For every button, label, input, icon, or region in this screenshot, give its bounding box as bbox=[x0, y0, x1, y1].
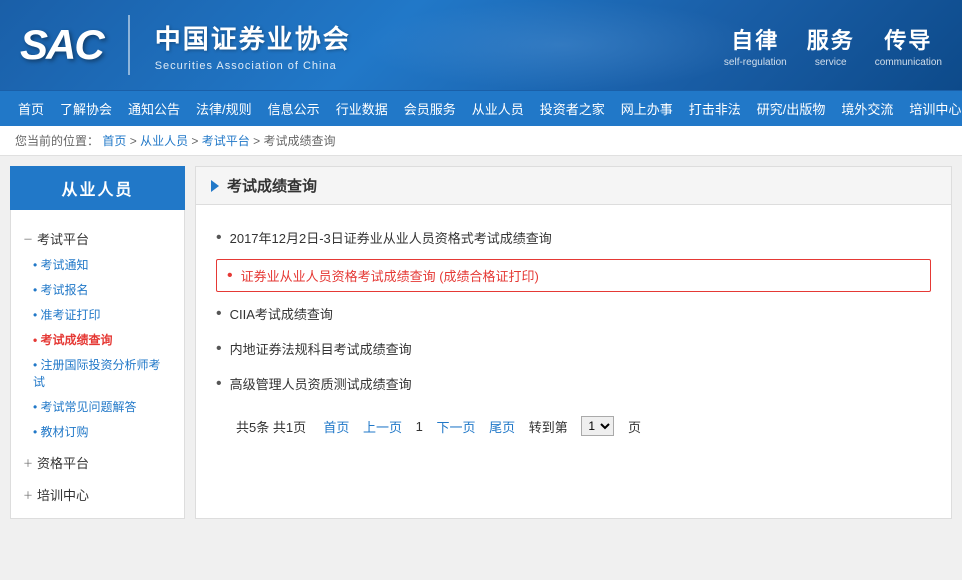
site-header: SAC 中国证券业协会 Securities Association of Ch… bbox=[0, 0, 962, 90]
sidebar-section-exam-label: 考试平台 bbox=[37, 229, 89, 248]
org-name-en: Securities Association of China bbox=[155, 60, 351, 72]
content-area: 考试成绩查询 2017年12月2日-3日证券业从业人员资格式考试成绩查询 证券业… bbox=[195, 166, 952, 519]
content-link-0[interactable]: 2017年12月2日-3日证券业从业人员资格式考试成绩查询 bbox=[230, 228, 552, 247]
expand-icon-exam: － bbox=[23, 231, 33, 246]
motto-cn-2: 服务 bbox=[807, 23, 855, 55]
nav-home[interactable]: 首页 bbox=[10, 91, 52, 127]
content-body: 2017年12月2日-3日证券业从业人员资格式考试成绩查询 证券业从业人员资格考… bbox=[196, 205, 951, 466]
logo-area: SAC 中国证券业协会 Securities Association of Ch… bbox=[20, 15, 351, 75]
expand-icon-qual: ＋ bbox=[23, 455, 33, 470]
breadcrumb-label: 您当前的位置： bbox=[15, 134, 99, 148]
org-name-cn: 中国证券业协会 bbox=[155, 19, 351, 56]
motto-en-1: self-regulation bbox=[724, 57, 787, 68]
content-link-2[interactable]: CIIA考试成绩查询 bbox=[230, 304, 333, 323]
motto-list: 自律 self-regulation 服务 service 传导 communi… bbox=[724, 23, 942, 68]
logo-divider bbox=[128, 15, 130, 75]
content-header-title: 考试成绩查询 bbox=[227, 175, 317, 196]
org-name: 中国证券业协会 Securities Association of China bbox=[155, 19, 351, 72]
nav-online[interactable]: 网上办事 bbox=[613, 91, 681, 127]
breadcrumb-staff[interactable]: 从业人员 bbox=[140, 134, 188, 148]
nav-info[interactable]: 信息公示 bbox=[260, 91, 328, 127]
nav-investor[interactable]: 投资者之家 bbox=[532, 91, 613, 127]
content-link-3[interactable]: 内地证券法规科目考试成绩查询 bbox=[230, 339, 412, 358]
content-item-3[interactable]: 内地证券法规科目考试成绩查询 bbox=[216, 331, 931, 366]
sidebar-link-admission[interactable]: • 准考证打印 bbox=[11, 302, 184, 327]
motto-cn-3: 传导 bbox=[875, 23, 942, 55]
breadcrumb: 您当前的位置： 首页 > 从业人员 > 考试平台 > 考试成绩查询 bbox=[0, 126, 962, 156]
nav-research[interactable]: 研究/出版物 bbox=[749, 91, 834, 127]
nav-member[interactable]: 会员服务 bbox=[396, 91, 464, 127]
pagination-page-label: 页 bbox=[628, 417, 641, 436]
nav-notice[interactable]: 通知公告 bbox=[120, 91, 188, 127]
sidebar-section-training-label: 培训中心 bbox=[37, 485, 89, 504]
sidebar-section-qualification: ＋ 资格平台 bbox=[11, 449, 184, 476]
sidebar-link-ciia-reg[interactable]: • 注册国际投资分析师考试 bbox=[11, 352, 184, 394]
nav-staff[interactable]: 从业人员 bbox=[464, 91, 532, 127]
content-item-1[interactable]: 证券业从业人员资格考试成绩查询 (成绩合格证打印) bbox=[216, 259, 931, 292]
content-header: 考试成绩查询 bbox=[196, 167, 951, 205]
breadcrumb-exam-platform[interactable]: 考试平台 bbox=[202, 134, 250, 148]
breadcrumb-home[interactable]: 首页 bbox=[102, 134, 126, 148]
pagination: 共5条 共1页 首页 上一页 1 下一页 尾页 转到第 1 页 bbox=[216, 401, 931, 451]
sidebar-section-exam: － 考试平台 • 考试通知 • 考试报名 • 准考证打印 • 考试成绩查询 • … bbox=[11, 225, 184, 444]
nav-data[interactable]: 行业数据 bbox=[328, 91, 396, 127]
pagination-page-num: 1 bbox=[416, 419, 423, 434]
motto-cn-1: 自律 bbox=[724, 23, 787, 55]
sidebar-body: － 考试平台 • 考试通知 • 考试报名 • 准考证打印 • 考试成绩查询 • … bbox=[10, 210, 185, 519]
pagination-goto: 转到第 bbox=[529, 417, 568, 436]
breadcrumb-current: 考试成绩查询 bbox=[263, 134, 335, 148]
motto-communication: 传导 communication bbox=[875, 23, 942, 68]
header-motto-area: 自律 self-regulation 服务 service 传导 communi… bbox=[724, 23, 942, 68]
sidebar-link-materials[interactable]: • 教材订购 bbox=[11, 419, 184, 444]
sidebar-link-notice[interactable]: • 考试通知 bbox=[11, 252, 184, 277]
main-container: 从业人员 － 考试平台 • 考试通知 • 考试报名 • 准考证打印 • 考试成绩… bbox=[0, 156, 962, 529]
sac-logo: SAC bbox=[20, 21, 103, 69]
nav-anti[interactable]: 打击非法 bbox=[681, 91, 749, 127]
sidebar: 从业人员 － 考试平台 • 考试通知 • 考试报名 • 准考证打印 • 考试成绩… bbox=[10, 166, 185, 519]
pagination-next[interactable]: 下一页 bbox=[436, 417, 475, 436]
content-item-0[interactable]: 2017年12月2日-3日证券业从业人员资格式考试成绩查询 bbox=[216, 220, 931, 255]
sidebar-link-faq[interactable]: • 考试常见问题解答 bbox=[11, 394, 184, 419]
sidebar-link-score[interactable]: • 考试成绩查询 bbox=[11, 327, 184, 352]
nav-training[interactable]: 培训中心 bbox=[901, 91, 962, 127]
section-arrow-icon bbox=[211, 180, 219, 192]
pagination-page-select[interactable]: 1 bbox=[581, 416, 614, 436]
nav-bar: 首页 了解协会 通知公告 法律/规则 信息公示 行业数据 会员服务 从业人员 投… bbox=[0, 90, 962, 126]
nav-overseas[interactable]: 境外交流 bbox=[833, 91, 901, 127]
expand-icon-training: ＋ bbox=[23, 487, 33, 502]
content-item-2[interactable]: CIIA考试成绩查询 bbox=[216, 296, 931, 331]
nav-about[interactable]: 了解协会 bbox=[52, 91, 120, 127]
sidebar-section-training: ＋ 培训中心 bbox=[11, 481, 184, 508]
sidebar-section-qual-label: 资格平台 bbox=[37, 453, 89, 472]
sidebar-section-training-title[interactable]: ＋ 培训中心 bbox=[11, 481, 184, 508]
sidebar-link-registration[interactable]: • 考试报名 bbox=[11, 277, 184, 302]
motto-en-3: communication bbox=[875, 57, 942, 68]
content-item-4[interactable]: 高级管理人员资质测试成绩查询 bbox=[216, 366, 931, 401]
pagination-last[interactable]: 尾页 bbox=[489, 417, 515, 436]
sidebar-section-exam-title[interactable]: － 考试平台 bbox=[11, 225, 184, 252]
motto-en-2: service bbox=[807, 57, 855, 68]
content-link-4[interactable]: 高级管理人员资质测试成绩查询 bbox=[230, 374, 412, 393]
pagination-prev[interactable]: 上一页 bbox=[363, 417, 402, 436]
nav-law[interactable]: 法律/规则 bbox=[188, 91, 260, 127]
pagination-first[interactable]: 首页 bbox=[323, 417, 349, 436]
motto-self-regulation: 自律 self-regulation bbox=[724, 23, 787, 68]
motto-service: 服务 service bbox=[807, 23, 855, 68]
sidebar-title: 从业人员 bbox=[10, 166, 185, 210]
sac-letters: SAC bbox=[20, 21, 103, 69]
pagination-summary: 共5条 共1页 bbox=[236, 417, 306, 436]
content-link-1[interactable]: 证券业从业人员资格考试成绩查询 (成绩合格证打印) bbox=[241, 266, 539, 285]
sidebar-section-qual-title[interactable]: ＋ 资格平台 bbox=[11, 449, 184, 476]
